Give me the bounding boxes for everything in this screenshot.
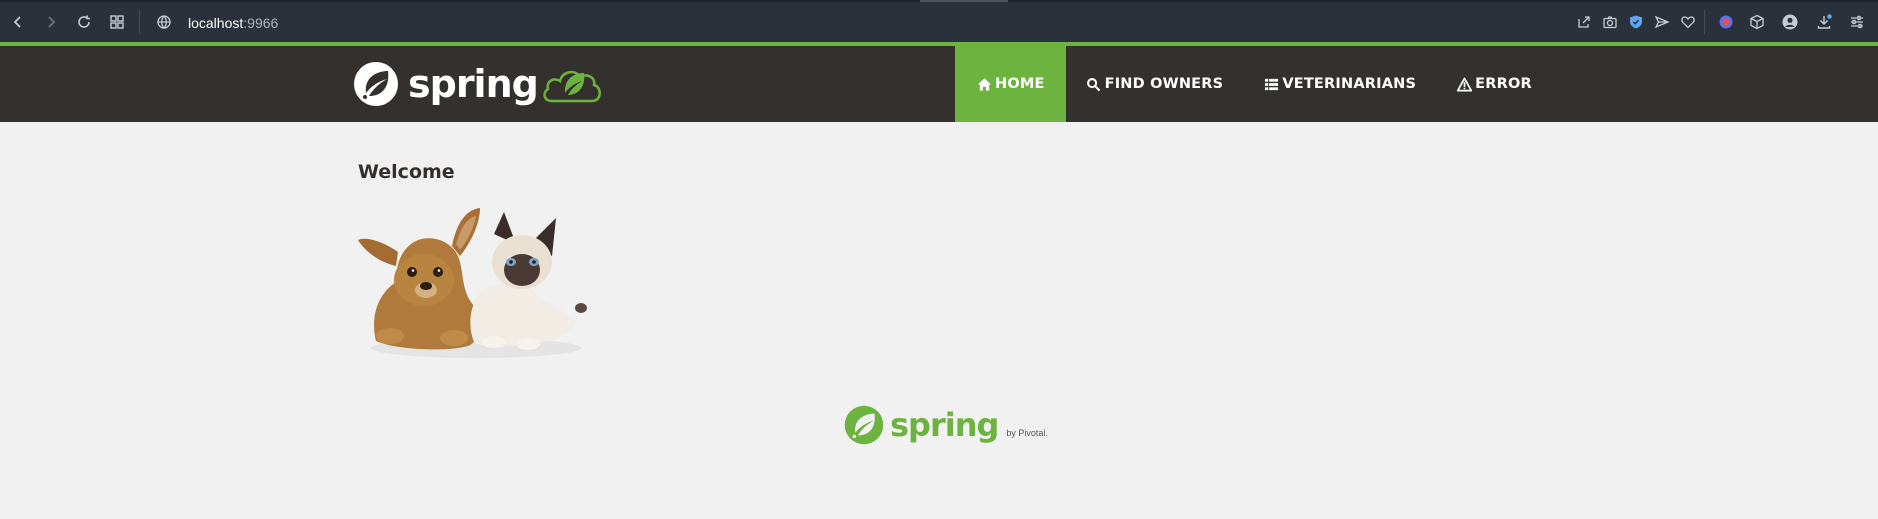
site-info-icon[interactable] xyxy=(154,12,174,32)
send-icon[interactable] xyxy=(1652,12,1672,32)
nav-find-owners[interactable]: FIND OWNERS xyxy=(1066,46,1244,122)
spring-leaf-icon xyxy=(354,62,398,106)
nav-veterinarians[interactable]: VETERINARIANS xyxy=(1243,46,1436,122)
back-icon[interactable] xyxy=(8,12,28,32)
spring-petclinic-logo[interactable]: spring xyxy=(352,56,606,112)
url-host: localhost xyxy=(188,15,244,31)
list-icon xyxy=(1263,76,1279,92)
nav-home[interactable]: HOME xyxy=(955,46,1066,122)
nav-label: ERROR xyxy=(1475,76,1532,92)
nav-label: FIND OWNERS xyxy=(1104,76,1224,92)
nav-label: VETERINARIANS xyxy=(1282,76,1417,92)
url-port: :9966 xyxy=(243,15,279,31)
toolbar-divider xyxy=(139,10,140,34)
logo-text: spring xyxy=(408,62,539,106)
nav-error[interactable]: ERROR xyxy=(1436,46,1552,122)
warning-icon xyxy=(1456,76,1472,92)
home-icon xyxy=(976,76,992,92)
settings-sliders-icon[interactable] xyxy=(1847,12,1867,32)
address-bar[interactable]: localhost:9966 xyxy=(188,15,278,31)
extension-icon[interactable] xyxy=(1716,12,1736,32)
active-tab-indicator xyxy=(920,0,1008,2)
main-nav: HOME FIND OWNERS VETERINARIANS ERROR xyxy=(955,46,1552,122)
pets-image xyxy=(358,208,587,358)
toolbar-divider xyxy=(1704,10,1705,34)
page-title: Welcome xyxy=(358,161,455,183)
cube-icon[interactable] xyxy=(1747,12,1767,32)
footer-logo-text: spring xyxy=(890,406,999,444)
forward-icon[interactable] xyxy=(41,12,61,32)
heart-icon[interactable] xyxy=(1678,12,1698,32)
spring-leaf-icon xyxy=(844,405,884,445)
footer-by-pivotal: by Pivotal. xyxy=(1006,428,1048,438)
download-icon[interactable] xyxy=(1814,12,1834,32)
search-icon xyxy=(1086,76,1102,92)
footer-spring-logo[interactable]: spring by Pivotal. xyxy=(843,404,1048,446)
camera-icon[interactable] xyxy=(1600,12,1620,32)
site-navbar: spring HOME FIND OWNERS VETERINARIANS ER… xyxy=(0,46,1878,122)
share-icon[interactable] xyxy=(1574,12,1594,32)
shield-icon[interactable] xyxy=(1626,12,1646,32)
browser-toolbar: localhost:9966 xyxy=(0,0,1878,42)
nav-label: HOME xyxy=(995,76,1045,92)
tabs-grid-icon[interactable] xyxy=(107,12,127,32)
profile-icon[interactable] xyxy=(1780,12,1800,32)
petclinic-cloud-icon xyxy=(543,70,601,103)
reload-icon[interactable] xyxy=(74,12,94,32)
